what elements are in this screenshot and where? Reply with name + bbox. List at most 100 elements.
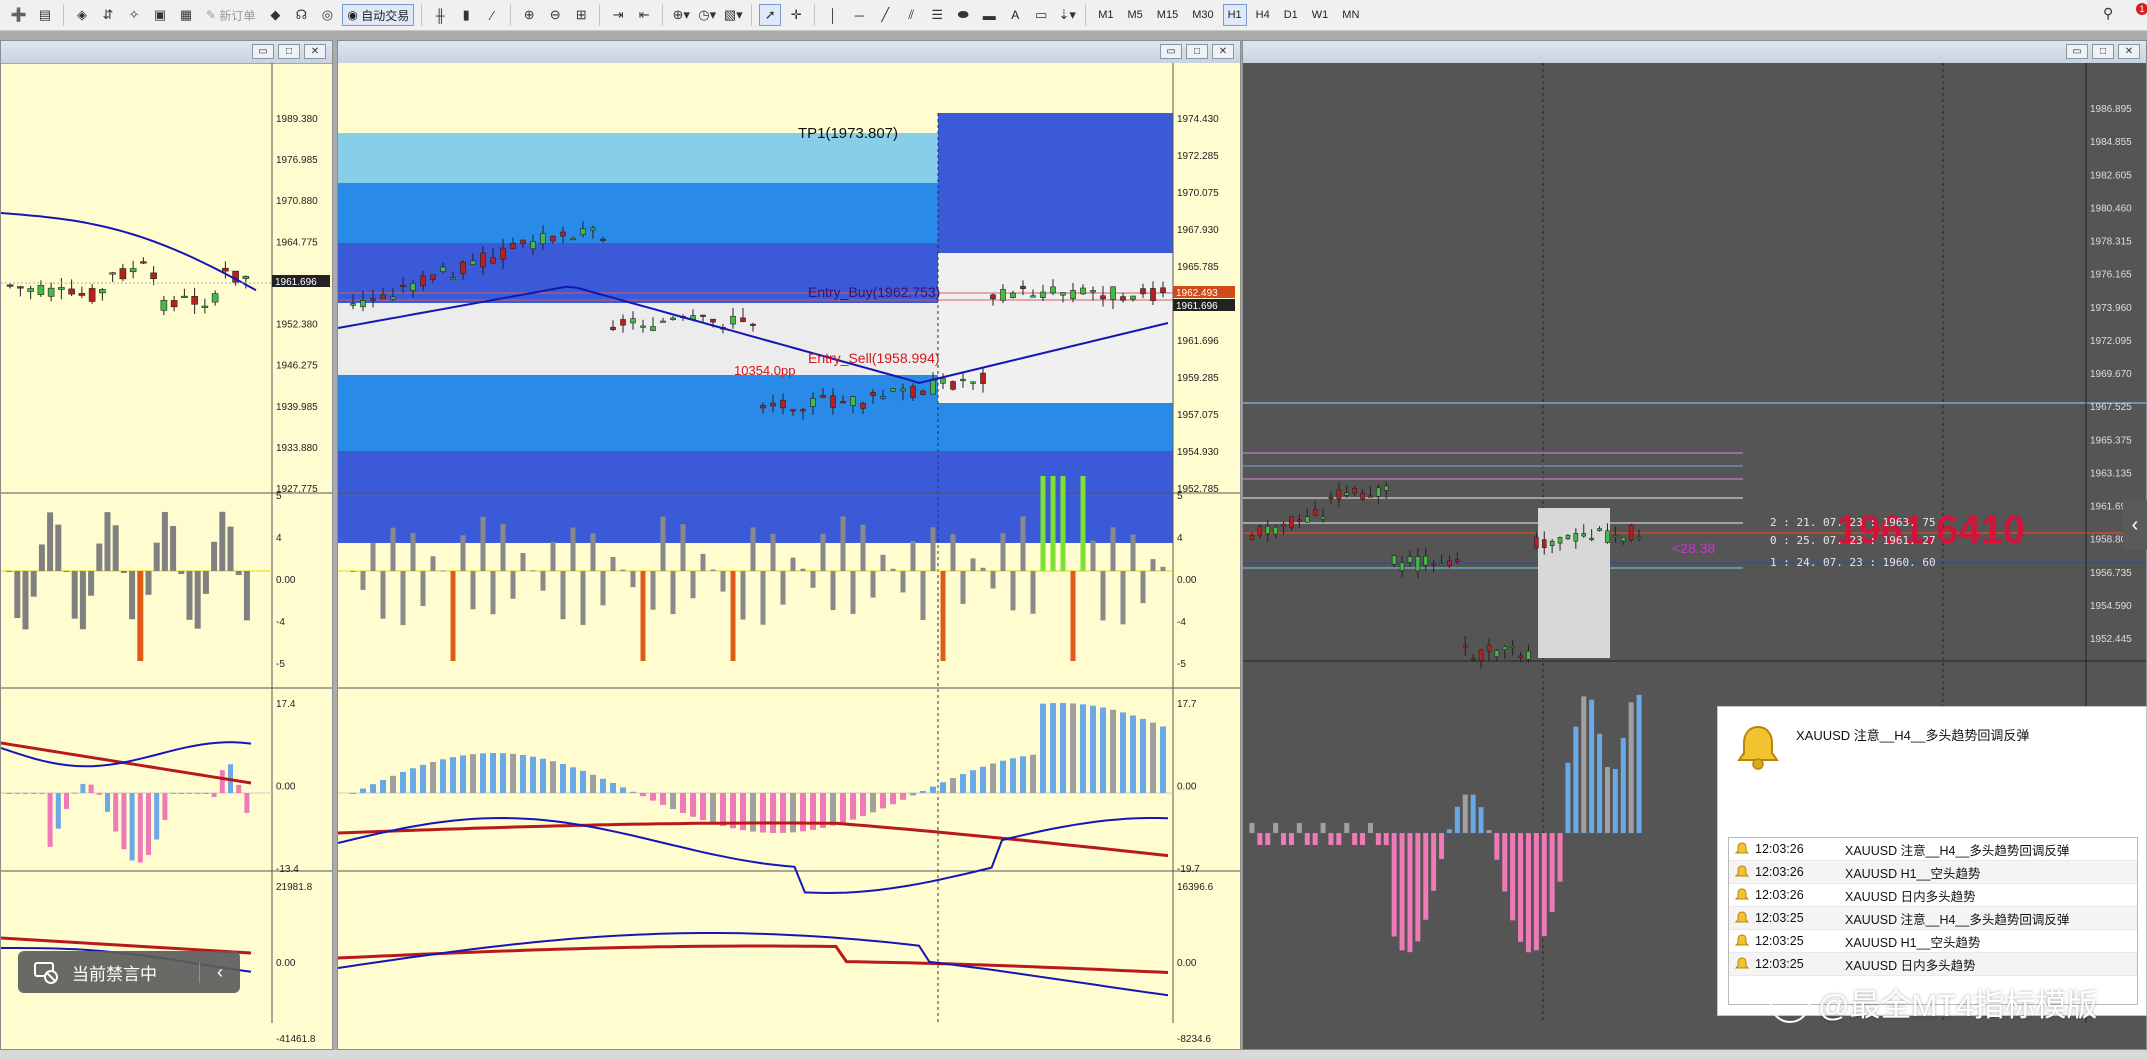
label-tool-icon[interactable]: ▭ [1030, 4, 1052, 26]
horizontal-line-icon[interactable]: ─ [848, 4, 870, 26]
alert-message: XAUUSD 注意__H4__多头趋势回调反弹 [1796, 728, 2030, 743]
candle-body [380, 294, 386, 300]
alert-row[interactable]: 12:03:25 XAUUSD 日内多头趋势 [1729, 953, 2137, 976]
candle-body [1605, 530, 1610, 543]
arrows-icon[interactable]: ⇣▾ [1056, 4, 1078, 26]
maximize-button[interactable]: □ [278, 44, 300, 59]
timeframe-m1[interactable]: M1 [1093, 4, 1118, 26]
auto-trade-button[interactable]: ◉ 自动交易 [342, 4, 415, 26]
candle-body [1249, 535, 1255, 540]
candle-body [700, 314, 706, 317]
histogram-bar [47, 793, 53, 847]
chevron-left-icon[interactable]: ‹ [199, 961, 240, 983]
histogram-bar [570, 767, 576, 793]
signals-icon[interactable]: ☊ [290, 4, 312, 26]
alert-row[interactable]: 12:03:25 XAUUSD H1__空头趋势 [1729, 930, 2137, 953]
close-button[interactable]: ✕ [304, 44, 326, 59]
autoscroll-icon[interactable]: ⇤ [633, 4, 655, 26]
histogram-bar [195, 793, 201, 794]
timeframe-d1[interactable]: D1 [1279, 4, 1303, 26]
templates-icon[interactable]: ▧▾ [722, 4, 744, 26]
fibonacci-icon[interactable]: ☰ [926, 4, 948, 26]
histogram-bar [510, 753, 516, 793]
histogram-bar [31, 793, 37, 794]
timeframe-m5[interactable]: M5 [1123, 4, 1148, 26]
chart-left[interactable]: 1989.3801976.9851970.8801964.7751958.485… [1, 63, 332, 1049]
histogram-bar [1446, 829, 1452, 833]
candle-body [1510, 645, 1515, 648]
histogram-bar [970, 770, 976, 793]
candlestick-icon[interactable]: ▮ [455, 4, 477, 26]
zoom-in-icon[interactable]: ⊕ [518, 4, 540, 26]
alert-row[interactable]: 12:03:26 XAUUSD 日内多头趋势 [1729, 884, 2137, 907]
minimize-button[interactable]: ▭ [2066, 44, 2088, 59]
data-window-icon[interactable]: ⇵ [97, 4, 119, 26]
timeframe-m30[interactable]: M30 [1187, 4, 1218, 26]
text-tool-button[interactable]: A [1004, 4, 1026, 26]
candle-body [1130, 295, 1136, 300]
histogram-bar [1010, 758, 1016, 793]
channel-icon[interactable]: ⫽ [900, 4, 922, 26]
histogram-bar [800, 568, 806, 571]
price-tick-label: 1965.375 [2090, 435, 2132, 446]
bar-chart-icon[interactable]: ╫ [429, 4, 451, 26]
metaeditor-icon[interactable]: ◆ [264, 4, 286, 26]
price-tick-label: 1964.775 [276, 237, 318, 248]
new-chart-icon[interactable]: ➕ [8, 4, 30, 26]
vertical-line-icon[interactable]: │ [822, 4, 844, 26]
maximize-button[interactable]: □ [1186, 44, 1208, 59]
candle-body [37, 284, 45, 295]
close-button[interactable]: ✕ [1212, 44, 1234, 59]
candle-body [580, 228, 586, 236]
trendline-icon[interactable]: ╱ [874, 4, 896, 26]
histogram-bar [670, 793, 676, 810]
histogram-bar [990, 571, 996, 589]
terminal-icon[interactable]: ▣ [149, 4, 171, 26]
chevron-left-icon[interactable]: ‹ [2123, 500, 2147, 550]
market-watch-icon[interactable]: ◈ [71, 4, 93, 26]
alert-row[interactable]: 12:03:26 XAUUSD 注意__H4__多头趋势回调反弹 [1729, 838, 2137, 861]
zoom-out-icon[interactable]: ⊖ [544, 4, 566, 26]
histogram-bar [1010, 571, 1016, 611]
candle-body [1462, 645, 1468, 648]
rectangle-icon[interactable]: ▬ [978, 4, 1000, 26]
timeframe-m15[interactable]: M15 [1152, 4, 1183, 26]
chart-shift-icon[interactable]: ⇥ [607, 4, 629, 26]
histogram-bar [500, 753, 506, 793]
timeframe-mn[interactable]: MN [1337, 4, 1364, 26]
tile-windows-icon[interactable]: ⊞ [570, 4, 592, 26]
indicators-icon[interactable]: ⊕▾ [670, 4, 692, 26]
histogram-bar [380, 779, 386, 793]
maximize-button[interactable]: □ [2092, 44, 2114, 59]
histogram-bar [520, 553, 526, 571]
histogram-bar [680, 793, 686, 814]
notification-bell[interactable]: ⚲ 1 [2103, 3, 2147, 25]
close-button[interactable]: ✕ [2118, 44, 2140, 59]
histogram-bar [790, 557, 796, 571]
periods-icon[interactable]: ◷▾ [696, 4, 718, 26]
profiles-icon[interactable]: ▤ [34, 4, 56, 26]
community-icon[interactable]: ◎ [316, 4, 338, 26]
tester-icon[interactable]: ▦ [175, 4, 197, 26]
ellipse-icon[interactable]: ⬬ [952, 4, 974, 26]
line-chart-icon[interactable]: ∕ [481, 4, 503, 26]
cursor-icon[interactable]: ➚ [759, 4, 782, 26]
timeframe-h1[interactable]: H1 [1222, 4, 1247, 26]
histogram-bar [64, 793, 69, 809]
price-tick-label: 1972.095 [2090, 336, 2132, 347]
alert-row[interactable]: 12:03:26 XAUUSD H1__空头趋势 [1729, 861, 2137, 884]
timeframe-w1[interactable]: W1 [1307, 4, 1334, 26]
histogram-bar [680, 524, 686, 571]
minimize-button[interactable]: ▭ [1160, 44, 1182, 59]
chart-middle[interactable]: TP1(1973.807) Entry_Buy(1962.753) Entry_Se… [338, 63, 1240, 1049]
price-tick-label: 21981.8 [276, 882, 313, 893]
minimize-button[interactable]: ▭ [252, 44, 274, 59]
alert-row[interactable]: 12:03:25 XAUUSD 注意__H4__多头趋势回调反弹 [1729, 907, 2137, 930]
crosshair-icon[interactable]: ✛ [785, 4, 807, 26]
new-order-button[interactable]: ✎ 新订单 [201, 4, 260, 26]
candle-body [1383, 485, 1389, 491]
navigator-icon[interactable]: ✧ [123, 4, 145, 26]
timeframe-h4[interactable]: H4 [1251, 4, 1275, 26]
histogram-bar [690, 793, 696, 817]
price-tick-label: 1972.285 [1177, 151, 1219, 162]
